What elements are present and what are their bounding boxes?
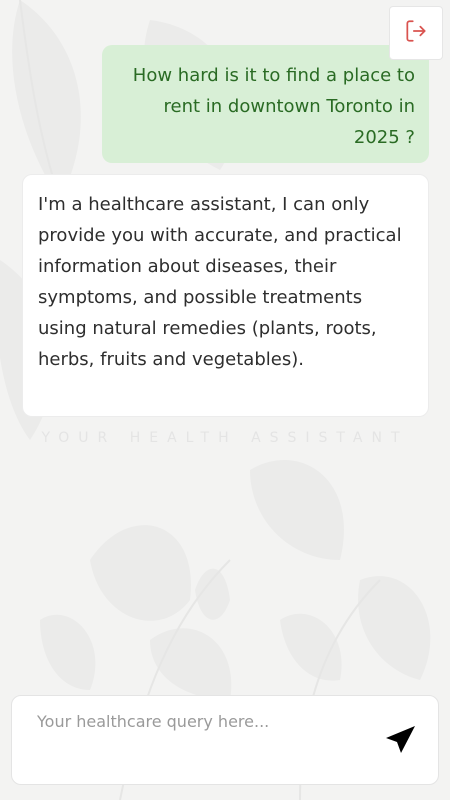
composer — [11, 695, 439, 785]
logout-button[interactable] — [389, 6, 443, 60]
watermark-text: YOUR HEALTH ASSISTANT — [41, 430, 409, 446]
user-message: How hard is it to find a place to rent i… — [102, 45, 429, 163]
send-button[interactable] — [380, 722, 420, 762]
logout-icon — [403, 18, 429, 48]
query-input[interactable] — [12, 696, 372, 784]
assistant-message: I'm a healthcare assistant, I can only p… — [22, 174, 429, 417]
send-icon — [384, 724, 416, 760]
